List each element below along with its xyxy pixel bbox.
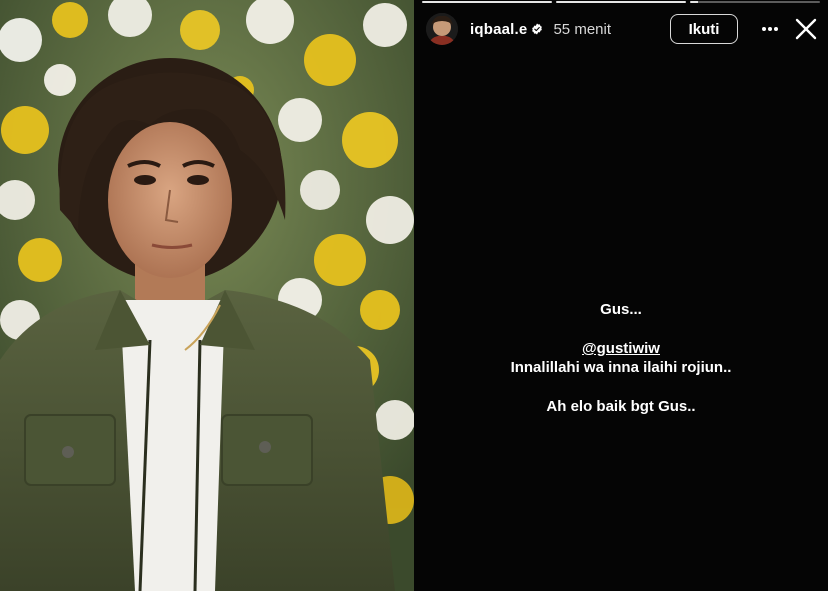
story-viewer[interactable]: iqbaal.e 55 menit Ikuti Gus... @gustiwiw… [414,0,828,591]
story-line-prayer: Innalillahi wa inna ilaihi rojiun.. [510,359,732,376]
verified-badge-icon [532,23,543,35]
mention-link[interactable]: @gustiwiw [414,339,828,358]
more-options-icon[interactable] [756,15,784,43]
post-time: 55 menit [553,20,612,38]
follow-button[interactable]: Ikuti [670,14,738,44]
story-line-closing: Ah elo baik bgt Gus.. [546,398,696,415]
story-text: Gus... @gustiwiw Innalillahi wa inna ila… [414,300,828,416]
story-progress-bar [422,1,820,4]
photo-illustration [0,0,414,591]
avatar[interactable] [426,13,458,45]
progress-segment-active [690,1,820,3]
face [108,122,232,278]
progress-segment [556,1,686,3]
close-icon[interactable] [792,15,820,43]
progress-segment [422,1,552,3]
story-header: iqbaal.e 55 menit Ikuti [426,10,820,48]
username[interactable]: iqbaal.e [470,21,527,38]
profile-photo [0,0,414,591]
story-line-greeting: Gus... [600,301,642,318]
